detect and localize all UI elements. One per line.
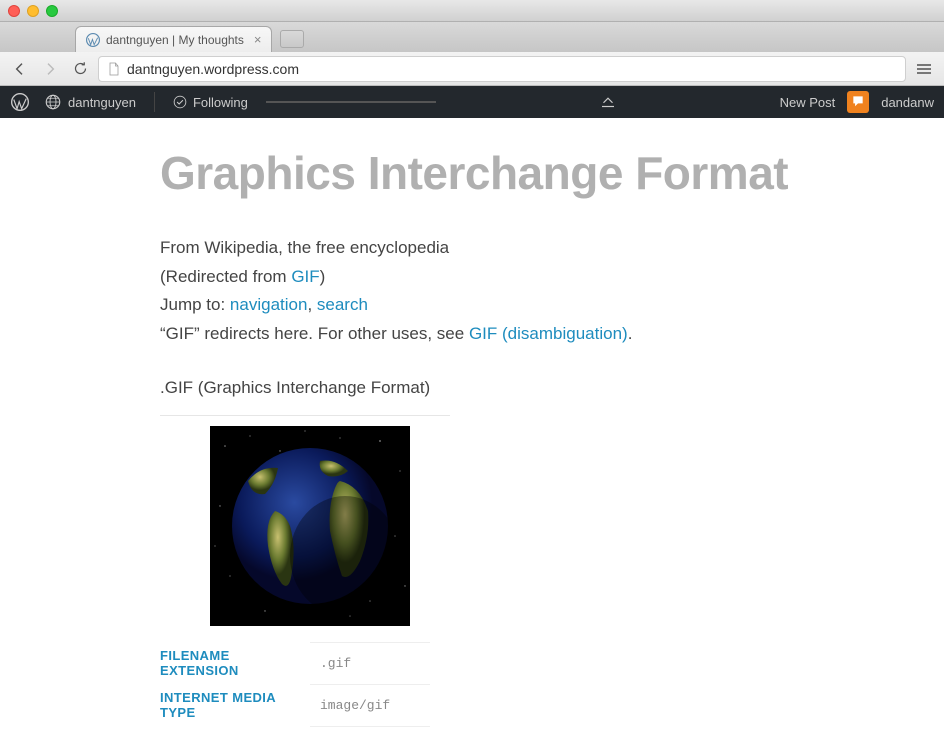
media-type-label: INTERNET MEDIA TYPE xyxy=(160,684,310,726)
separator xyxy=(160,415,450,416)
media-type-value: image/gif xyxy=(310,684,430,726)
check-icon xyxy=(173,95,187,109)
jump-line: Jump to: navigation, search xyxy=(160,291,944,320)
page-icon xyxy=(107,62,121,76)
gif-link[interactable]: GIF xyxy=(291,267,319,286)
disambiguation-link[interactable]: GIF (disambiguation) xyxy=(469,324,628,343)
following-label: Following xyxy=(193,95,248,110)
url-text: dantnguyen.wordpress.com xyxy=(127,61,299,77)
site-menu[interactable]: dantnguyen xyxy=(44,93,136,111)
filename-extension-value: .gif xyxy=(310,642,430,684)
collapse-button[interactable] xyxy=(599,95,617,109)
account-menu[interactable]: dandanw xyxy=(881,95,934,110)
redirects-line: “GIF” redirects here. For other uses, se… xyxy=(160,320,944,349)
speech-bubble-icon xyxy=(851,94,865,111)
new-post-button[interactable]: New Post xyxy=(780,95,836,110)
site-name: dantnguyen xyxy=(68,95,136,110)
follow-progress xyxy=(266,101,436,103)
following-button[interactable]: Following xyxy=(173,95,248,110)
username: dandanw xyxy=(881,95,934,110)
new-tab-button[interactable] xyxy=(280,30,304,48)
redirected-line: (Redirected from GIF) xyxy=(160,263,944,292)
source-line: From Wikipedia, the free encyclopedia xyxy=(160,234,944,263)
close-tab-icon[interactable]: × xyxy=(254,32,262,47)
chrome-menu-button[interactable] xyxy=(912,57,936,81)
tab-strip: dantnguyen | My thoughts × xyxy=(0,22,944,52)
divider xyxy=(154,92,155,112)
table-row: FILENAME EXTENSION .gif xyxy=(160,642,430,684)
wp-admin-bar: dantnguyen Following New Post dandanw xyxy=(0,86,944,118)
page-content: Graphics Interchange Format From Wikiped… xyxy=(0,118,944,737)
article: Graphics Interchange Format From Wikiped… xyxy=(160,146,944,727)
wp-logo-button[interactable] xyxy=(10,92,30,112)
hamburger-icon xyxy=(917,68,931,70)
zoom-window-button[interactable] xyxy=(46,5,58,17)
rotating-earth-gif xyxy=(210,426,410,626)
window-chrome xyxy=(0,0,944,22)
address-bar[interactable]: dantnguyen.wordpress.com xyxy=(98,56,906,82)
search-link[interactable]: search xyxy=(317,295,368,314)
back-button[interactable] xyxy=(8,57,32,81)
browser-tab[interactable]: dantnguyen | My thoughts × xyxy=(75,26,272,52)
forward-button[interactable] xyxy=(38,57,62,81)
close-window-button[interactable] xyxy=(8,5,20,17)
page-title: Graphics Interchange Format xyxy=(160,146,944,200)
wordpress-icon xyxy=(10,92,30,112)
minimize-window-button[interactable] xyxy=(27,5,39,17)
tab-title: dantnguyen | My thoughts xyxy=(106,33,244,47)
filename-extension-label: FILENAME EXTENSION xyxy=(160,642,310,684)
table-row: INTERNET MEDIA TYPE image/gif xyxy=(160,684,430,726)
new-post-label: New Post xyxy=(780,95,836,110)
wordpress-favicon-icon xyxy=(86,33,100,47)
reload-button[interactable] xyxy=(68,57,92,81)
infobox-table: FILENAME EXTENSION .gif INTERNET MEDIA T… xyxy=(160,642,430,727)
notifications-button[interactable] xyxy=(847,91,869,113)
browser-toolbar: dantnguyen.wordpress.com xyxy=(0,52,944,86)
globe-icon xyxy=(44,93,62,111)
navigation-link[interactable]: navigation xyxy=(230,295,308,314)
subheading: .GIF (Graphics Interchange Format) xyxy=(160,374,944,403)
